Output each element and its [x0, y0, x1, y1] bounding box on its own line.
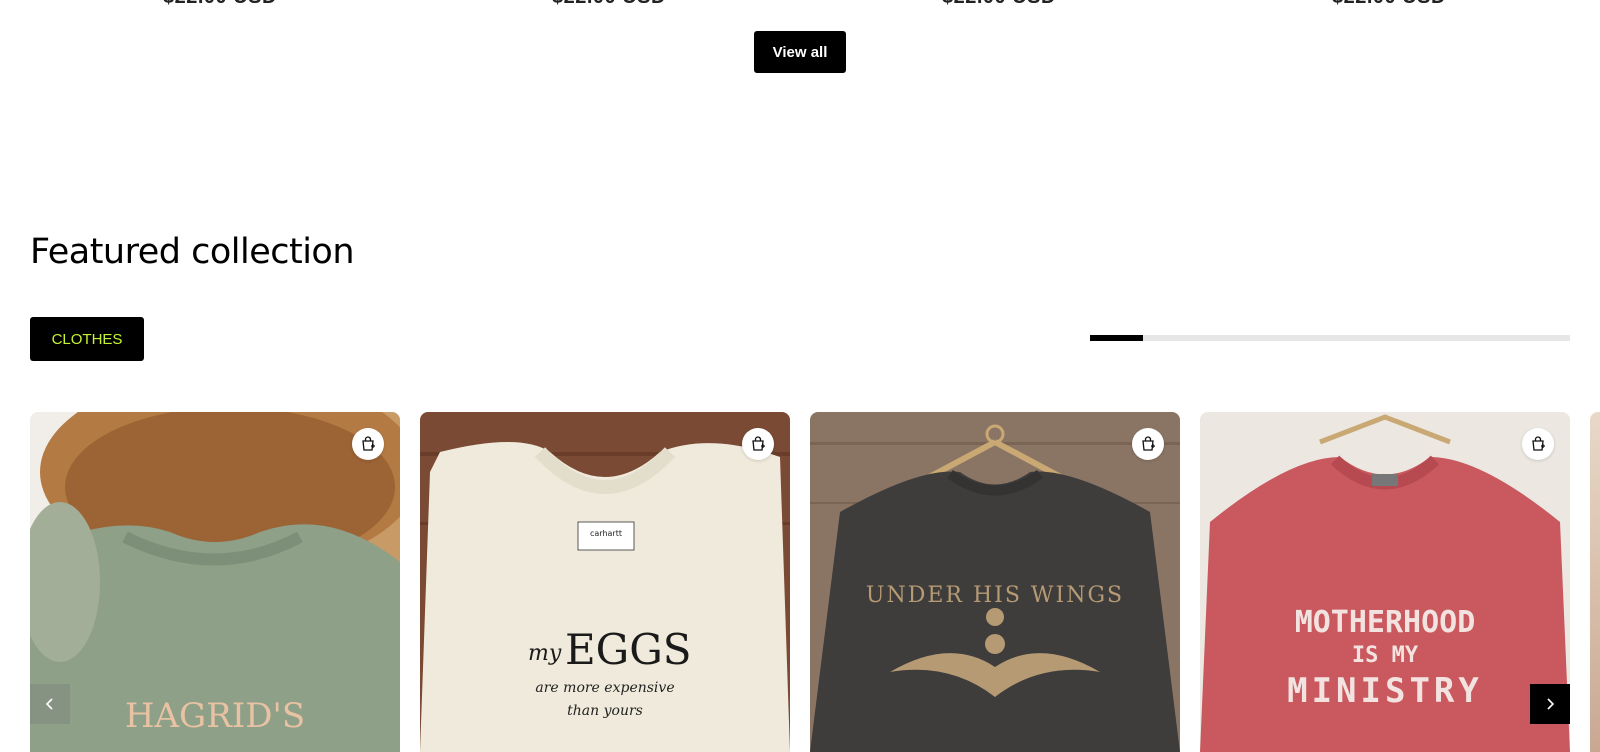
cart-plus-icon	[1142, 436, 1155, 451]
product-image: MOTHERHOOD IS MY MINISTRY	[1200, 412, 1570, 752]
product-price: $22.00 USD	[163, 0, 277, 9]
print-text: my	[528, 641, 562, 666]
print-text: IS MY	[1352, 643, 1419, 668]
label-tag-text: carhartt	[590, 529, 622, 538]
section-title: Featured collection	[30, 232, 355, 272]
quick-add-button[interactable]	[1522, 428, 1554, 460]
product-image: carhartt my EGGS are more expensive than…	[420, 412, 790, 752]
print-text: EGGS	[565, 625, 692, 674]
slider-prev-button[interactable]	[30, 684, 70, 724]
view-all-button[interactable]: View all	[754, 31, 846, 73]
slider-next-button[interactable]	[1530, 684, 1570, 724]
quick-add-button[interactable]	[352, 428, 384, 460]
cart-plus-icon	[362, 436, 375, 451]
product-image: UNDER HIS WINGS	[810, 412, 1180, 752]
product-image: HAGRID'S	[30, 412, 400, 752]
chevron-left-icon	[45, 698, 53, 710]
product-price: $22.00 USD	[552, 0, 666, 9]
product-card[interactable]: MOTHERHOOD IS MY MINISTRY	[1200, 412, 1570, 752]
chevron-right-icon	[1547, 698, 1555, 710]
print-text: UNDER HIS WINGS	[866, 583, 1124, 608]
quick-add-button[interactable]	[1132, 428, 1164, 460]
print-text: MOTHERHOOD	[1295, 605, 1476, 640]
product-card[interactable]: UNDER HIS WINGS	[810, 412, 1180, 752]
print-text: are more expensive	[535, 680, 674, 696]
print-text: than yours	[567, 703, 643, 719]
slider-progress-fill	[1090, 335, 1143, 341]
product-card[interactable]: carhartt my EGGS are more expensive than…	[420, 412, 790, 752]
slider-progress-bar	[1090, 335, 1570, 341]
next-product-card-peek[interactable]	[1590, 412, 1600, 752]
tab-clothes[interactable]: CLOTHES	[30, 317, 144, 361]
cart-plus-icon	[752, 436, 765, 451]
print-text: MINISTRY	[1287, 671, 1483, 711]
cart-plus-icon	[1532, 436, 1545, 451]
print-text: HAGRID'S	[125, 696, 305, 736]
quick-add-button[interactable]	[742, 428, 774, 460]
product-price: $22.00 USD	[942, 0, 1056, 9]
product-price: $22.00 USD	[1332, 0, 1446, 9]
previous-row-prices: $22.00 USD $22.00 USD $22.00 USD $22.00 …	[0, 0, 1600, 10]
product-card[interactable]: HAGRID'S	[30, 412, 400, 752]
